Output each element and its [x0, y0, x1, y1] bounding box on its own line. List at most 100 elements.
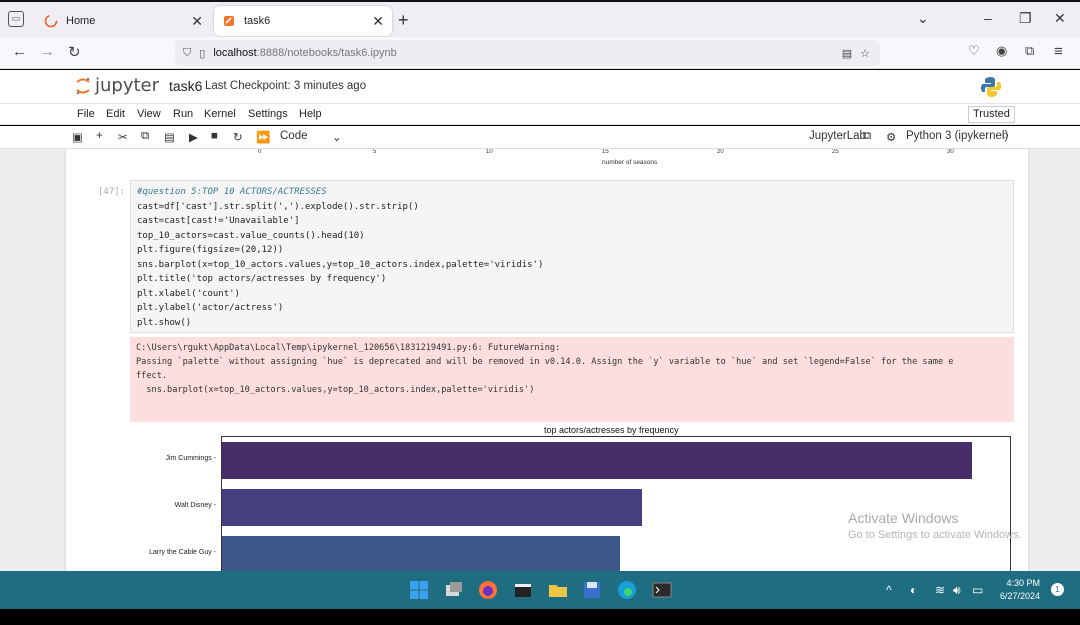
fast-forward-icon[interactable]: ⏩ — [256, 130, 270, 144]
back-arrow-icon[interactable]: ← — [12, 43, 27, 60]
url-bar[interactable]: ⛉ ▯ localhost:8888/notebooks/task6.ipynb… — [175, 40, 880, 66]
save-app-icon[interactable] — [581, 579, 603, 601]
forward-arrow-icon[interactable]: → — [40, 43, 55, 60]
kernel-name[interactable]: Python 3 (ipykernel) — [906, 130, 1008, 142]
reload-icon[interactable]: ↻ — [68, 43, 81, 61]
notebook-area: 0 5 10 15 20 25 30 number of seasons [47… — [0, 149, 1080, 571]
warning-line: Passing `palette` without assigning `hue… — [136, 357, 954, 367]
navigation-bar: ← → ↻ ⛉ ▯ localhost:8888/notebooks/task6… — [0, 37, 1080, 69]
cut-icon[interactable]: ✂ — [118, 130, 128, 144]
trusted-indicator[interactable]: Trusted — [968, 106, 1015, 123]
menu-run[interactable]: Run — [173, 108, 193, 120]
restore-icon[interactable]: ❐ — [1019, 10, 1032, 27]
bookmark-star-icon[interactable]: ☆ — [860, 47, 870, 60]
stop-icon[interactable]: ■ — [211, 130, 218, 142]
task-view-icon[interactable] — [443, 579, 465, 601]
media-app-icon[interactable] — [512, 579, 534, 601]
new-tab-icon[interactable]: + — [398, 10, 409, 31]
code-cell[interactable]: #question 5:TOP 10 ACTORS/ACTRESSES cast… — [130, 180, 1014, 333]
screen-bottom-edge — [0, 609, 1080, 625]
bar-jim-cummings — [222, 442, 972, 479]
cell-type-select[interactable]: Code — [280, 130, 308, 142]
x-tick: 25 — [832, 149, 839, 155]
menu-settings[interactable]: Settings — [248, 108, 288, 120]
notebook-toolbar: ▣ + ✂ ⧉ ▤ ▶ ■ ↻ ⏩ Code ⌄ JupyterLab ⧉ ⚙ … — [0, 126, 1080, 149]
minimize-icon[interactable]: – — [984, 10, 992, 26]
warning-line: sns.barplot(x=top_10_actors.values,y=top… — [136, 385, 535, 395]
gear-icon[interactable]: ⚙ — [886, 130, 896, 144]
jupyter-logo-icon — [75, 77, 91, 95]
menu-file[interactable]: File — [77, 108, 95, 120]
chevron-up-icon[interactable]: ^ — [886, 583, 892, 597]
tab-overview-icon[interactable]: ▭ — [8, 11, 24, 27]
firefox-icon[interactable] — [477, 579, 499, 601]
chevron-down-icon[interactable]: ⌄ — [332, 130, 342, 144]
menu-view[interactable]: View — [137, 108, 161, 120]
paste-icon[interactable]: ▤ — [164, 130, 175, 144]
taskbar-clock[interactable]: 4:30 PM 6/27/2024 — [1000, 577, 1040, 603]
code-line: plt.figure(figsize=(20,12)) — [137, 245, 284, 255]
chevron-down-icon[interactable]: ⌄ — [917, 10, 929, 27]
add-cell-icon[interactable]: + — [96, 130, 103, 142]
shield-icon[interactable]: ⛉ — [183, 47, 191, 60]
code-line: plt.ylabel('actor/actress') — [137, 303, 284, 313]
execution-prompt: [47]: — [98, 187, 126, 197]
tab-home[interactable]: Home ✕ — [36, 6, 211, 36]
code-line: plt.title('top actors/actresses by frequ… — [137, 274, 387, 284]
extensions-icon[interactable]: ⧉ — [1025, 43, 1034, 59]
run-icon[interactable]: ▶ — [189, 130, 198, 144]
file-explorer-icon[interactable] — [547, 579, 569, 601]
menu-help[interactable]: Help — [299, 108, 322, 120]
edge-icon[interactable] — [616, 579, 638, 601]
notification-badge[interactable]: 1 — [1051, 583, 1064, 596]
menu-icon[interactable]: ≡ — [1054, 43, 1063, 60]
tab-task6[interactable]: task6 ✕ — [214, 6, 392, 36]
bar-walt-disney — [222, 489, 642, 526]
notebook-title[interactable]: task6 — [169, 78, 202, 94]
activate-windows-subtitle: Go to Settings to activate Windows. — [848, 529, 1022, 541]
code-line: plt.xlabel('count') — [137, 288, 240, 299]
close-icon[interactable]: ✕ — [372, 13, 384, 30]
jupyter-logo[interactable]: jupyter — [75, 75, 159, 96]
external-link-icon: ⧉ — [863, 130, 872, 142]
menu-edit[interactable]: Edit — [106, 108, 125, 120]
copy-icon[interactable]: ⧉ — [141, 130, 149, 143]
x-tick: 30 — [947, 149, 954, 155]
code-line: cast=cast[cast!='Unavailable'] — [137, 216, 300, 226]
app-tray-icon[interactable]: ◐ — [910, 583, 917, 597]
page-info-icon[interactable]: ▯ — [199, 47, 205, 60]
tab-label: Home — [66, 15, 96, 27]
account-icon[interactable]: ◉ — [996, 43, 1007, 59]
close-window-icon[interactable]: ✕ — [1054, 10, 1066, 27]
terminal-icon[interactable] — [651, 579, 673, 601]
y-tick-label: Walt Disney - — [174, 501, 216, 509]
jupyterlab-link[interactable]: JupyterLab — [809, 130, 866, 142]
python-logo-icon — [980, 76, 1002, 98]
url-host: localhost — [213, 47, 257, 59]
code-line: #question 5:TOP 10 ACTORS/ACTRESSES — [137, 187, 327, 197]
y-tick-label: Larry the Cable Guy - — [149, 548, 216, 556]
windows-start-icon[interactable] — [408, 579, 430, 601]
speaker-icon[interactable]: 🔊︎ — [953, 583, 961, 598]
save-icon[interactable]: ▣ — [72, 130, 83, 144]
x-axis-label: number of seasons — [602, 159, 658, 166]
warning-output: C:\Users\rgukt\AppData\Local\Temp\ipyker… — [130, 337, 1014, 422]
kernel-status-icon: ○ — [1002, 130, 1009, 142]
firefox-loading-icon — [44, 14, 58, 28]
battery-icon[interactable]: ▭ — [972, 583, 983, 597]
x-tick: 0 — [258, 149, 262, 155]
bar-larry-the-cable-guy — [222, 536, 620, 571]
bar-chart — [221, 436, 1011, 571]
wifi-icon[interactable]: ≋ — [935, 583, 945, 597]
pocket-icon[interactable]: ♡ — [968, 43, 980, 59]
jupyter-notebook-icon — [222, 14, 236, 28]
reader-view-icon[interactable]: ▤ — [842, 47, 852, 60]
y-tick-label: Jim Cummings - — [165, 454, 216, 462]
restart-icon[interactable]: ↻ — [233, 130, 243, 144]
warning-line: ffect. — [136, 371, 168, 381]
code-line: plt.show() — [137, 317, 192, 328]
x-tick: 20 — [717, 149, 724, 155]
chart-title: top actors/actresses by frequency — [544, 425, 679, 435]
close-icon[interactable]: ✕ — [191, 13, 203, 30]
menu-kernel[interactable]: Kernel — [204, 108, 236, 120]
